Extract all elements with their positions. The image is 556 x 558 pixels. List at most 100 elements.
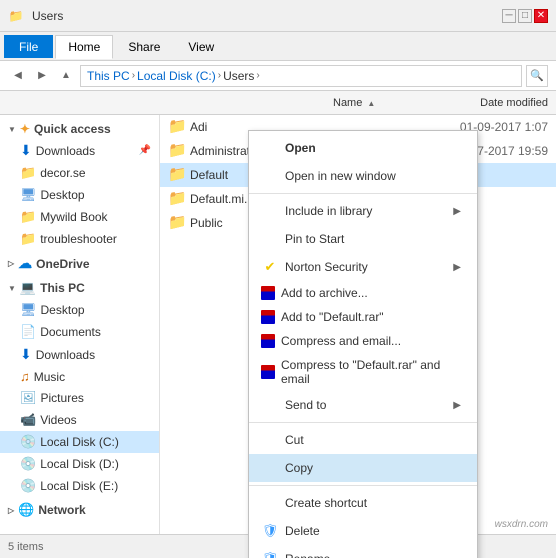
folder-icon-administrator: 📁: [168, 143, 184, 159]
ctx-sep-1: [249, 193, 477, 194]
title-bar-icons: 📁: [8, 8, 24, 24]
title-bar-title: Users: [32, 9, 63, 23]
network-section: ▷ 🌐 Network: [0, 499, 159, 521]
sidebar-pc-downloads-label: Downloads: [36, 348, 95, 362]
context-menu: Open Open in new window Include in libra…: [248, 130, 478, 558]
sidebar-mywild-label: Mywild Book: [40, 210, 107, 224]
folder-icon-default-mi: 📁: [168, 191, 184, 207]
onedrive-label: OneDrive: [36, 257, 89, 271]
back-button[interactable]: ◀: [8, 66, 28, 86]
sidebar-item-local-disk-d[interactable]: 💿 Local Disk (D:): [0, 453, 159, 475]
title-bar-folder-icon: 📁: [8, 8, 24, 24]
sidebar-pc-music-label: Music: [34, 370, 65, 384]
local-disk-d-icon: 💿: [20, 456, 36, 472]
sidebar-pc-documents-label: Documents: [40, 325, 101, 339]
this-pc-arrow: ▼: [8, 284, 16, 293]
this-pc-label: This PC: [40, 281, 85, 295]
sidebar-item-decorse[interactable]: 📁 decor.se: [0, 162, 159, 184]
folder-icon-default: 📁: [168, 167, 184, 183]
local-disk-c-icon: 💿: [20, 434, 36, 450]
breadcrumb-local-disk[interactable]: Local Disk (C:): [137, 69, 216, 83]
ctx-send-to[interactable]: Send to ▶: [249, 391, 477, 419]
ctx-rename[interactable]: 🛡 Rename: [249, 545, 477, 558]
onedrive-header[interactable]: ▷ ☁ OneDrive: [0, 252, 159, 275]
this-pc-icon: 💻: [20, 280, 36, 296]
quick-access-header[interactable]: ▼ ✦ Quick access: [0, 119, 159, 139]
ctx-open-icon: [261, 139, 279, 157]
sidebar-item-local-disk-e[interactable]: 💿 Local Disk (E:): [0, 475, 159, 497]
ctx-winrar-icon-3: [261, 334, 275, 348]
sidebar-decorse-label: decor.se: [40, 166, 85, 180]
sidebar-item-pc-music[interactable]: ♫ Music: [0, 366, 159, 387]
close-button[interactable]: ✕: [534, 9, 548, 23]
up-button[interactable]: ▲: [56, 66, 76, 86]
ctx-add-rar[interactable]: Add to "Default.rar": [249, 305, 477, 329]
maximize-button[interactable]: □: [518, 9, 532, 23]
pc-desktop-icon: 🖥: [20, 302, 37, 318]
onedrive-arrow: ▷: [8, 259, 14, 268]
onedrive-section: ▷ ☁ OneDrive: [0, 252, 159, 275]
ctx-compress-email-label: Compress and email...: [281, 334, 401, 348]
minimize-button[interactable]: ─: [502, 9, 516, 23]
tab-home[interactable]: Home: [55, 35, 113, 59]
mywild-icon: 📁: [20, 209, 36, 225]
window-container: 📁 Users ─ □ ✕ File Home Share View ◀ ▶ ▲…: [0, 0, 556, 558]
tab-view[interactable]: View: [175, 35, 227, 58]
ctx-norton[interactable]: ✔ Norton Security ▶: [249, 253, 477, 281]
search-button[interactable]: 🔍: [526, 65, 548, 87]
sidebar-local-disk-e-label: Local Disk (E:): [40, 479, 118, 493]
sidebar-desktop-label: Desktop: [41, 188, 85, 202]
forward-button[interactable]: ▶: [32, 66, 52, 86]
this-pc-section: ▼ 💻 This PC 🖥 Desktop 📄 Documents ⬇ Down…: [0, 277, 159, 497]
sort-arrow: ▲: [367, 99, 375, 108]
ctx-library-label: Include in library: [285, 204, 372, 218]
sidebar-item-troubleshooter[interactable]: 📁 troubleshooter: [0, 228, 159, 250]
sidebar-item-pc-desktop[interactable]: 🖥 Desktop: [0, 299, 159, 321]
ribbon-tabs: File Home Share View: [0, 32, 556, 60]
sidebar-item-pc-documents[interactable]: 📄 Documents: [0, 321, 159, 343]
ctx-delete[interactable]: 🛡 Delete: [249, 517, 477, 545]
this-pc-header[interactable]: ▼ 💻 This PC: [0, 277, 159, 299]
sidebar-item-mywild[interactable]: 📁 Mywild Book: [0, 206, 159, 228]
sidebar-pc-desktop-label: Desktop: [41, 303, 85, 317]
ctx-norton-label: Norton Security: [285, 260, 368, 274]
ctx-norton-arrow: ▶: [453, 262, 461, 273]
ctx-open-new-window[interactable]: Open in new window: [249, 162, 477, 190]
decorse-icon: 📁: [20, 165, 36, 181]
ctx-rename-icon: 🛡: [261, 550, 279, 558]
column-date[interactable]: Date modified: [408, 97, 548, 109]
breadcrumb-current: Users: [223, 69, 254, 83]
tab-share[interactable]: Share: [115, 35, 173, 58]
sidebar-item-pc-pictures[interactable]: 🖼 Pictures: [0, 387, 159, 409]
network-icon: 🌐: [18, 502, 34, 518]
quick-access-star-icon: ✦: [20, 122, 30, 136]
sidebar-item-local-disk-c[interactable]: 💿 Local Disk (C:): [0, 431, 159, 453]
column-name[interactable]: Name ▲: [168, 97, 408, 109]
tab-file[interactable]: File: [4, 35, 53, 58]
ctx-norton-icon: ✔: [261, 258, 279, 276]
sidebar-item-pc-downloads[interactable]: ⬇ Downloads: [0, 343, 159, 366]
network-header[interactable]: ▷ 🌐 Network: [0, 499, 159, 521]
ctx-compress-email[interactable]: Compress and email...: [249, 329, 477, 353]
breadcrumb-this-pc[interactable]: This PC: [87, 69, 130, 83]
sidebar-item-pc-videos[interactable]: 📹 Videos: [0, 409, 159, 431]
ctx-add-rar-label: Add to "Default.rar": [281, 310, 384, 324]
ctx-compress-rar-email[interactable]: Compress to "Default.rar" and email: [249, 353, 477, 391]
quick-access-label: Quick access: [34, 122, 111, 136]
ctx-pin-label: Pin to Start: [285, 232, 344, 246]
breadcrumb-sep-1: ›: [132, 70, 135, 81]
sidebar-local-disk-d-label: Local Disk (D:): [40, 457, 119, 471]
ctx-copy[interactable]: Copy: [249, 454, 477, 482]
ctx-rename-label: Rename: [285, 552, 330, 558]
ctx-add-archive[interactable]: Add to archive...: [249, 281, 477, 305]
ctx-include-library[interactable]: Include in library ▶: [249, 197, 477, 225]
ctx-cut[interactable]: Cut: [249, 426, 477, 454]
ctx-winrar-icon-4: [261, 365, 275, 379]
ctx-pin-start[interactable]: Pin to Start: [249, 225, 477, 253]
desktop-icon: 🖥: [20, 187, 37, 203]
sidebar-item-downloads[interactable]: ⬇ Downloads 📌: [0, 139, 159, 162]
ctx-create-shortcut[interactable]: Create shortcut: [249, 489, 477, 517]
ctx-open[interactable]: Open: [249, 134, 477, 162]
sidebar-item-desktop[interactable]: 🖥 Desktop: [0, 184, 159, 206]
ctx-shortcut-label: Create shortcut: [285, 496, 367, 510]
